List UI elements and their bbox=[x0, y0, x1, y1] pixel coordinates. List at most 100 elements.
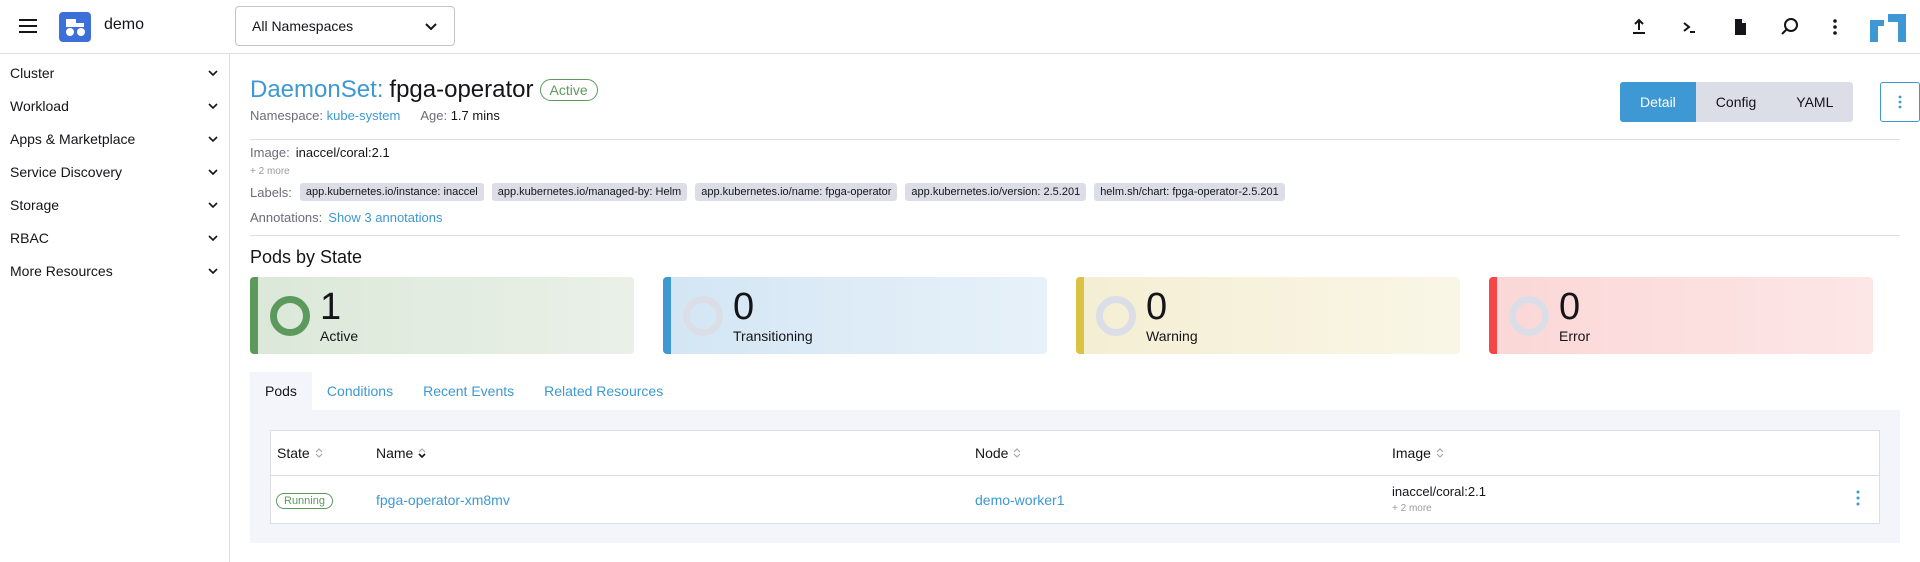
state-card-active: 1 Active bbox=[250, 277, 634, 354]
state-bar bbox=[663, 277, 671, 354]
divider bbox=[250, 139, 1900, 140]
show-annotations-link[interactable]: Show 3 annotations bbox=[328, 210, 442, 225]
yaml-button[interactable]: YAML bbox=[1776, 82, 1854, 122]
age-value: 1.7 mins bbox=[450, 108, 500, 123]
column-header-image[interactable]: Image bbox=[1392, 445, 1445, 461]
resource-tabs: Pods Conditions Recent Events Related Re… bbox=[250, 372, 1900, 543]
divider bbox=[250, 235, 1900, 236]
state-badge: Running bbox=[276, 493, 333, 509]
column-label: Image bbox=[1392, 445, 1431, 461]
tab-related-resources[interactable]: Related Resources bbox=[529, 372, 678, 410]
state-count: 0 bbox=[1146, 285, 1168, 328]
column-header-state[interactable]: State bbox=[277, 445, 324, 461]
sidebar: Cluster Workload Apps & Marketplace Serv… bbox=[0, 54, 230, 562]
more-vertical-icon bbox=[1898, 95, 1902, 109]
table-header: State Name Node Image bbox=[271, 431, 1879, 476]
state-label: Warning bbox=[1146, 327, 1198, 344]
page-title: DaemonSet: fpga-operator Active bbox=[250, 76, 598, 104]
resource-type-link[interactable]: DaemonSet: bbox=[250, 76, 383, 104]
sort-icon bbox=[315, 448, 323, 458]
column-label: State bbox=[277, 445, 310, 461]
pods-table: State Name Node Image Running fpga-opera… bbox=[270, 430, 1880, 524]
terminal-icon[interactable] bbox=[1679, 16, 1701, 38]
top-header: demo All Namespaces bbox=[0, 0, 1920, 54]
sidebar-item-storage[interactable]: Storage bbox=[0, 188, 229, 221]
state-ring-icon bbox=[683, 295, 723, 336]
sidebar-item-apps[interactable]: Apps & Marketplace bbox=[0, 122, 229, 155]
sidebar-item-service-discovery[interactable]: Service Discovery bbox=[0, 155, 229, 188]
sidebar-item-label: More Resources bbox=[10, 262, 113, 279]
tab-recent-events[interactable]: Recent Events bbox=[408, 372, 529, 410]
menu-icon[interactable] bbox=[16, 15, 40, 39]
chevron-down-icon bbox=[208, 168, 218, 175]
image-meta: Image: inaccel/coral:2.1 bbox=[250, 145, 390, 160]
state-card-transitioning: 0 Transitioning bbox=[663, 277, 1047, 354]
resource-name: fpga-operator bbox=[389, 76, 534, 103]
namespace-select[interactable]: All Namespaces bbox=[235, 6, 455, 46]
sidebar-item-more-resources[interactable]: More Resources bbox=[0, 254, 229, 287]
sidebar-item-label: Apps & Marketplace bbox=[10, 130, 136, 147]
chevron-down-icon bbox=[208, 234, 218, 241]
pods-by-state-title: Pods by State bbox=[250, 247, 363, 267]
upload-icon[interactable] bbox=[1628, 16, 1650, 38]
table-row: Running fpga-operator-xm8mv demo-worker1… bbox=[271, 476, 1879, 524]
state-ring-icon bbox=[1509, 295, 1549, 336]
tab-panel: State Name Node Image Running fpga-opera… bbox=[250, 410, 1900, 543]
rancher-logo-icon[interactable] bbox=[1870, 14, 1906, 44]
tab-conditions[interactable]: Conditions bbox=[312, 372, 408, 410]
view-mode-tabs: Detail Config YAML bbox=[1620, 82, 1854, 122]
age-label: Age: bbox=[420, 108, 448, 123]
labels-label: Labels: bbox=[250, 184, 292, 200]
namespace-label: Namespace: bbox=[250, 108, 323, 123]
state-label: Error bbox=[1559, 327, 1591, 344]
more-vertical-icon bbox=[1856, 490, 1860, 506]
state-bar bbox=[1076, 277, 1084, 354]
labels-row: Labels: app.kubernetes.io/instance: inac… bbox=[250, 183, 1285, 201]
sidebar-item-workload[interactable]: Workload bbox=[0, 89, 229, 122]
label-tag: app.kubernetes.io/instance: inaccel bbox=[299, 183, 484, 201]
more-images[interactable]: + 2 more bbox=[1392, 503, 1432, 514]
sort-icon bbox=[1014, 448, 1021, 458]
cluster-name[interactable]: demo bbox=[104, 16, 144, 34]
state-label: Transitioning bbox=[733, 327, 813, 344]
state-count: 0 bbox=[733, 285, 755, 328]
actions-menu-button[interactable] bbox=[1880, 82, 1920, 122]
state-bar bbox=[250, 277, 258, 354]
pod-name-link[interactable]: fpga-operator-xm8mv bbox=[376, 492, 510, 508]
chevron-down-icon bbox=[208, 135, 218, 142]
annotations-row: Annotations: Show 3 annotations bbox=[250, 210, 442, 225]
file-icon[interactable] bbox=[1729, 16, 1751, 38]
row-actions-button[interactable] bbox=[1856, 490, 1860, 509]
column-header-name[interactable]: Name bbox=[376, 445, 427, 461]
sidebar-item-label: Workload bbox=[10, 97, 69, 114]
column-header-node[interactable]: Node bbox=[975, 445, 1022, 461]
label-tag: app.kubernetes.io/name: fpga-operator bbox=[695, 183, 898, 201]
search-icon[interactable] bbox=[1779, 16, 1801, 38]
more-images[interactable]: + 2 more bbox=[250, 166, 290, 177]
resource-meta: Namespace: kube-system Age: 1.7 mins bbox=[250, 108, 500, 123]
label-tag: app.kubernetes.io/managed-by: Helm bbox=[491, 183, 688, 201]
namespace-link[interactable]: kube-system bbox=[327, 108, 401, 123]
sidebar-item-label: Service Discovery bbox=[10, 163, 123, 180]
annotations-label: Annotations: bbox=[250, 210, 323, 225]
namespace-meta: Namespace: kube-system bbox=[250, 108, 400, 123]
chevron-down-icon bbox=[208, 102, 218, 109]
more-vertical-icon[interactable] bbox=[1824, 16, 1846, 38]
image-cell: inaccel/coral:2.1 bbox=[1392, 484, 1486, 499]
label-tag: app.kubernetes.io/version: 2.5.201 bbox=[905, 183, 1087, 201]
sort-down-icon bbox=[418, 448, 426, 459]
chevron-down-icon bbox=[425, 23, 437, 31]
sidebar-item-rbac[interactable]: RBAC bbox=[0, 221, 229, 254]
state-card-warning: 0 Warning bbox=[1076, 277, 1460, 354]
sidebar-item-cluster[interactable]: Cluster bbox=[0, 56, 229, 89]
detail-button[interactable]: Detail bbox=[1620, 82, 1696, 122]
cluster-logo-icon[interactable] bbox=[59, 12, 91, 42]
config-button[interactable]: Config bbox=[1695, 82, 1777, 122]
tab-pods[interactable]: Pods bbox=[250, 372, 312, 410]
sort-icon bbox=[1436, 448, 1444, 458]
state-count: 1 bbox=[320, 285, 342, 328]
label-tag: helm.sh/chart: fpga-operator-2.5.201 bbox=[1094, 183, 1285, 201]
node-link[interactable]: demo-worker1 bbox=[975, 492, 1064, 508]
age-meta: Age: 1.7 mins bbox=[420, 108, 500, 123]
state-bar bbox=[1489, 277, 1497, 354]
